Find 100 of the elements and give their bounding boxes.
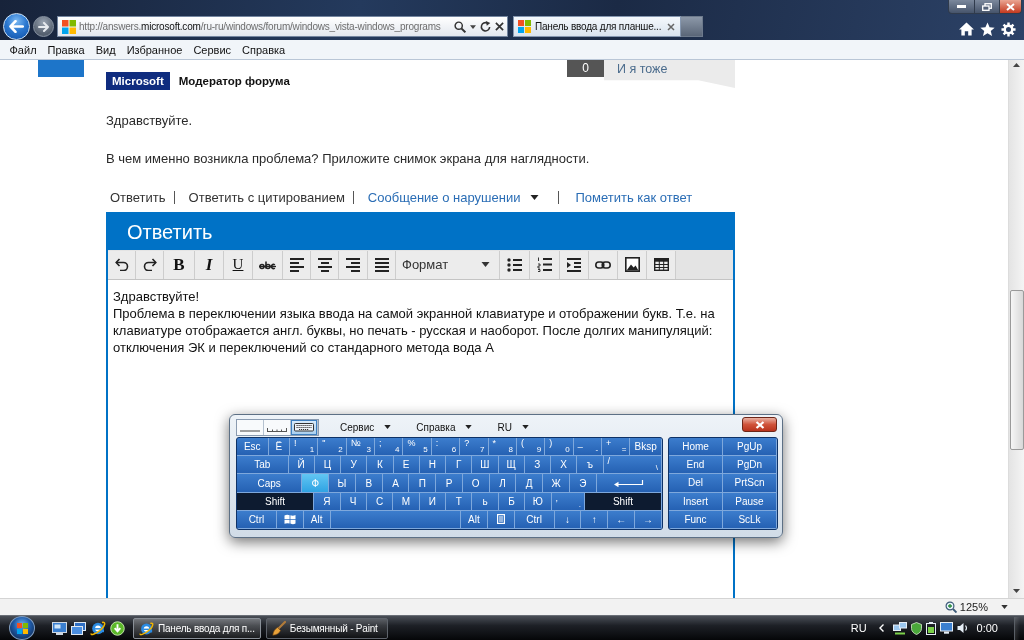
back-button[interactable] <box>3 13 30 40</box>
show-desktop-button[interactable] <box>1014 616 1020 640</box>
minimize-button[interactable] <box>948 0 975 14</box>
vote-button[interactable]: И я тоже <box>604 60 735 88</box>
url-text[interactable]: http://answers.microsoft.com/ru-ru/windows/forum/windows_vista-windows_programs <box>79 21 441 32</box>
desktop-icon[interactable] <box>52 621 67 635</box>
keyboard-key[interactable]: Й <box>288 456 315 475</box>
keyboard-key[interactable]: _ - <box>573 438 603 457</box>
close-icon[interactable] <box>495 22 504 31</box>
format-select[interactable]: Формат <box>396 250 500 279</box>
home-icon[interactable] <box>959 22 974 36</box>
align-right-button[interactable] <box>339 250 368 279</box>
keyboard-key[interactable]: PrtScn <box>723 474 777 493</box>
keyboard-key[interactable]: Щ <box>498 456 525 475</box>
menu-item[interactable]: Справка <box>236 41 291 58</box>
keyboard-key[interactable]: К <box>367 456 394 475</box>
keyboard-key[interactable]: О <box>462 474 490 493</box>
keyboard-key[interactable]: Tab <box>237 456 289 475</box>
action-link[interactable]: Ответить <box>110 189 166 206</box>
keyboard-key[interactable]: Ё <box>268 438 290 457</box>
keyboard-key[interactable]: % 5 <box>403 438 432 457</box>
keyboard-key[interactable]: Г <box>446 456 473 475</box>
bulleted-list-button[interactable] <box>500 250 530 279</box>
keyboard-key[interactable] <box>596 474 662 493</box>
italic-button[interactable]: I <box>195 250 224 279</box>
keyboard-key[interactable]: " 2 <box>318 438 347 457</box>
keyboard-key[interactable]: № 3 <box>346 438 376 457</box>
image-button[interactable] <box>618 250 647 279</box>
keyboard-key[interactable]: Esc <box>237 438 269 457</box>
keyboard-key[interactable]: Н <box>419 456 446 475</box>
action-link[interactable]: Сообщение о нарушении <box>367 189 540 206</box>
search-icon[interactable] <box>454 20 466 33</box>
keyboard-key[interactable]: ! 1 <box>289 438 319 457</box>
network-icon[interactable] <box>892 621 907 635</box>
down-arrow-icon[interactable] <box>1013 589 1020 593</box>
mode-button[interactable] <box>291 419 318 435</box>
close-button[interactable] <box>1000 0 1022 14</box>
keyboard-key[interactable]: Ц <box>314 456 341 475</box>
keyboard-key[interactable]: А <box>382 474 410 493</box>
action-link[interactable]: Пометить как ответ <box>575 189 693 206</box>
keyboard-key[interactable]: П <box>409 474 437 493</box>
align-center-button[interactable] <box>311 250 339 279</box>
undo-button[interactable] <box>108 250 136 279</box>
keyboard-key[interactable]: Д <box>516 474 544 493</box>
zoom-control[interactable]: 125% <box>944 601 1008 613</box>
keyboard-key[interactable]: З <box>524 456 551 475</box>
keyboard-key[interactable]: + = <box>602 438 631 457</box>
menu-item[interactable]: Избранное <box>121 41 188 58</box>
settings-icon[interactable] <box>1001 22 1016 37</box>
clock[interactable]: 0:00 <box>976 622 998 634</box>
bold-button[interactable]: B <box>164 250 195 279</box>
chevron-icon[interactable] <box>878 624 884 632</box>
numbered-list-button[interactable] <box>530 250 560 279</box>
keyboard-key[interactable]: ? 7 <box>460 438 489 457</box>
forward-button[interactable] <box>33 16 54 37</box>
keyboard-key[interactable]: Del <box>669 474 723 493</box>
up-arrow-icon[interactable] <box>1013 63 1020 67</box>
keyboard-key[interactable]: PgUp <box>723 438 777 457</box>
close-button[interactable] <box>742 417 777 432</box>
language-indicator[interactable]: RU <box>850 622 867 634</box>
keyboard-key[interactable]: ) 0 <box>545 438 574 457</box>
keyboard-key[interactable]: Ж <box>543 474 570 493</box>
restore-button[interactable] <box>975 0 1000 14</box>
menu-item[interactable]: Правка <box>42 41 91 58</box>
star-icon[interactable] <box>980 22 995 37</box>
keyboard-key[interactable]: ; 4 <box>375 438 404 457</box>
keyboard-key[interactable]: Е <box>393 456 420 475</box>
browser-tab[interactable]: Панель ввода для планше... <box>513 16 681 37</box>
table-button[interactable] <box>647 250 676 279</box>
vertical-scrollbar[interactable] <box>1008 60 1024 598</box>
keyboard-key[interactable]: ъ <box>577 456 604 475</box>
monitor-icon[interactable] <box>939 622 953 634</box>
keyboard-key[interactable]: ( 9 <box>516 438 546 457</box>
keyboard-menu[interactable]: Сервис <box>340 419 392 435</box>
keyboard-key[interactable]: У <box>341 456 368 475</box>
keyboard-menu[interactable]: RU <box>497 419 529 435</box>
start-button[interactable] <box>9 616 35 640</box>
redo-button[interactable] <box>136 250 164 279</box>
keyboard-key[interactable]: * 8 <box>488 438 517 457</box>
keyboard-key[interactable]: Р <box>436 474 463 493</box>
e-logo-icon[interactable] <box>90 620 106 636</box>
taskbar-button[interactable]: Безымянный - Paint <box>265 617 388 639</box>
caret-icon[interactable] <box>470 24 476 29</box>
action-link[interactable]: Ответить с цитированием <box>188 189 345 206</box>
keyboard-key[interactable]: Home <box>669 438 723 457</box>
strikethrough-button[interactable] <box>253 250 283 279</box>
keyboard-key[interactable]: PgDn <box>723 456 777 475</box>
close-icon[interactable] <box>667 22 675 31</box>
keyboard-key[interactable]: Э <box>569 474 597 493</box>
taskbar-button[interactable]: Панель ввода для п... <box>133 617 261 639</box>
refresh-icon[interactable] <box>480 21 491 32</box>
underline-button[interactable]: U <box>224 250 253 279</box>
scrollbar-thumb[interactable] <box>1009 290 1024 450</box>
circle-arrow-icon[interactable] <box>110 620 125 636</box>
keyboard-key[interactable]: : 6 <box>431 438 461 457</box>
keyboard-key[interactable]: Ш <box>472 456 499 475</box>
menu-item[interactable]: Файл <box>4 41 43 58</box>
window-stack-icon[interactable] <box>71 621 86 635</box>
link-button[interactable] <box>589 250 618 279</box>
keyboard-key[interactable]: Ы <box>329 474 356 493</box>
